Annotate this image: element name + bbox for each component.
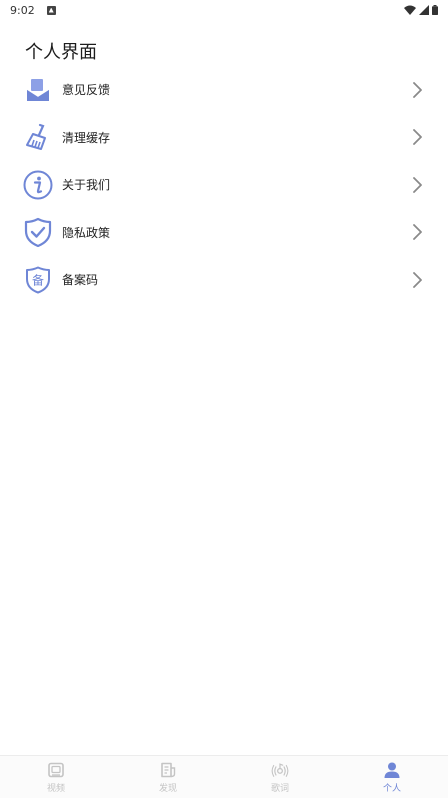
- chevron-right-icon: [413, 224, 422, 241]
- wifi-icon: [404, 5, 416, 15]
- bottom-nav: 视频 发现 歌词 个人: [0, 755, 448, 798]
- menu-item-record-code[interactable]: 备 备案码: [0, 256, 448, 304]
- status-bar: 9:02: [0, 0, 448, 20]
- nav-label: 个人: [382, 783, 401, 794]
- broom-icon: [23, 122, 53, 152]
- nav-tab-discover[interactable]: 发现: [112, 756, 224, 798]
- menu-label: 清理缓存: [62, 130, 111, 145]
- screen: 9:02 个人界面 意见反馈 清理缓存 关于我们 隐私政策 备 备案码 视频 发…: [0, 0, 448, 798]
- status-icons: [404, 5, 438, 15]
- nav-tab-lyrics[interactable]: 歌词: [224, 756, 336, 798]
- record-icon-text: 备: [32, 273, 44, 287]
- lyrics-icon: [271, 761, 289, 779]
- signal-icon: [419, 5, 429, 15]
- info-icon: [23, 170, 53, 200]
- menu-label: 备案码: [62, 273, 99, 288]
- menu-label: 关于我们: [62, 178, 111, 193]
- person-icon: [383, 761, 401, 779]
- battery-icon: [432, 5, 438, 15]
- record-shield-icon: 备: [23, 265, 53, 295]
- nav-tab-video[interactable]: 视频: [0, 756, 112, 798]
- menu-label: 意见反馈: [62, 83, 111, 98]
- notification-icon: [46, 5, 56, 15]
- nav-tab-personal[interactable]: 个人: [336, 756, 448, 798]
- chevron-right-icon: [413, 129, 422, 146]
- feedback-mail-icon: [23, 75, 53, 105]
- chevron-right-icon: [413, 81, 422, 98]
- menu-list: 意见反馈 清理缓存 关于我们 隐私政策 备 备案码: [0, 66, 448, 304]
- nav-label: 发现: [158, 783, 177, 794]
- menu-item-privacy-policy[interactable]: 隐私政策: [0, 209, 448, 257]
- menu-item-feedback[interactable]: 意见反馈: [0, 66, 448, 114]
- menu-item-clear-cache[interactable]: 清理缓存: [0, 114, 448, 162]
- nav-label: 视频: [46, 783, 65, 794]
- discover-icon: [159, 761, 177, 779]
- video-icon: [47, 761, 65, 779]
- chevron-right-icon: [413, 271, 422, 288]
- chevron-right-icon: [413, 176, 422, 193]
- status-time: 9:02: [10, 3, 35, 17]
- page-title: 个人界面: [25, 42, 97, 63]
- menu-item-about-us[interactable]: 关于我们: [0, 161, 448, 209]
- shield-check-icon: [23, 217, 53, 248]
- menu-label: 隐私政策: [62, 225, 111, 240]
- nav-label: 歌词: [270, 783, 289, 794]
